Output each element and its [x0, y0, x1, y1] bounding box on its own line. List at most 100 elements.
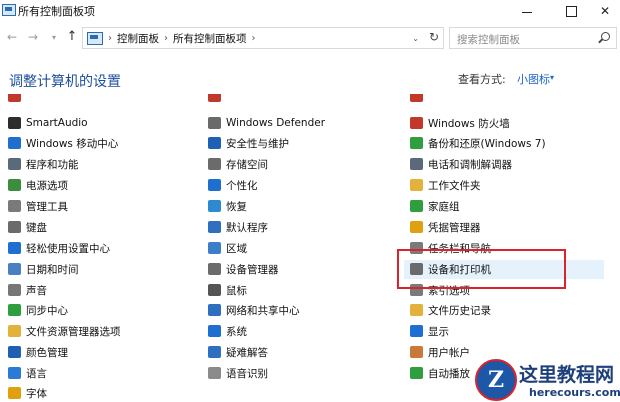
item-label: 用户帐户 [428, 346, 470, 359]
address-bar[interactable]: › 控制面板 › 所有控制面板项 › ⌄ ↻ [82, 27, 444, 49]
programs-features-icon [8, 158, 21, 170]
control-panel-item[interactable]: 文件历史记录 [410, 301, 605, 319]
security-maintenance-icon [208, 137, 221, 149]
address-dropdown-icon[interactable]: ⌄ [412, 34, 419, 43]
homegroup-icon [410, 200, 423, 212]
backup-restore-icon [410, 137, 423, 149]
control-panel-item[interactable]: 系统 [208, 322, 388, 340]
item-label: Windows 移动中心 [26, 137, 119, 150]
region-icon [208, 242, 221, 254]
item-label: Windows 防火墙 [428, 117, 510, 130]
windows-defender-icon [208, 117, 221, 129]
control-panel-item[interactable]: 个性化 [208, 176, 388, 194]
control-panel-item[interactable]: 声音 [8, 281, 188, 299]
control-panel-item[interactable]: 鼠标 [208, 281, 388, 299]
up-button[interactable]: ↑ [65, 29, 79, 44]
back-arrow-icon: ← [6, 30, 18, 44]
breadcrumb-separator-icon[interactable]: › [108, 33, 112, 44]
control-panel-item[interactable]: 显示 [410, 322, 605, 340]
minimize-icon [522, 11, 532, 13]
control-panel-item[interactable]: 凭据管理器 [410, 218, 605, 236]
watermark-title: 这里教程网 [519, 364, 615, 386]
item-label: 恢复 [226, 200, 247, 213]
breadcrumb-all-items[interactable]: 所有控制面板项 [173, 31, 247, 46]
search-icon[interactable] [601, 32, 610, 41]
control-panel-item[interactable]: 同步中心 [8, 301, 188, 319]
item-label: 家庭组 [428, 200, 460, 213]
control-panel-item[interactable]: 语言 [8, 364, 188, 382]
minimize-button[interactable] [508, 0, 546, 22]
item-label: 网络和共享中心 [226, 304, 300, 317]
control-panel-item[interactable]: 恢复 [208, 197, 388, 215]
troubleshooting-icon [208, 346, 221, 358]
color-management-icon [8, 346, 21, 358]
control-panel-item[interactable]: 区域 [208, 239, 388, 257]
control-panel-item[interactable]: Windows 防火墙 [410, 114, 605, 132]
item-label: 疑难解答 [226, 346, 268, 359]
back-button[interactable]: ← [5, 30, 19, 44]
firewall-icon [410, 117, 423, 129]
control-panel-item-partial[interactable] [8, 94, 188, 102]
chevron-down-icon[interactable]: ▾ [550, 73, 554, 82]
control-panel-item[interactable]: 工作文件夹 [410, 176, 605, 194]
recovery-icon [208, 200, 221, 212]
breadcrumb-separator-icon[interactable]: › [252, 33, 256, 44]
item-label: 颜色管理 [26, 346, 68, 359]
control-panel-item-partial[interactable] [208, 94, 388, 102]
forward-button[interactable]: → [26, 30, 40, 44]
speech-recognition-icon [208, 367, 221, 379]
control-panel-item[interactable]: 字体 [8, 384, 188, 402]
search-box[interactable]: 搜索控制面板 [449, 27, 617, 49]
control-panel-item[interactable]: Windows 移动中心 [8, 134, 188, 152]
control-panel-item[interactable]: 电话和调制解调器 [410, 155, 605, 173]
control-panel-item[interactable]: 键盘 [8, 218, 188, 236]
view-by-label: 查看方式: [458, 73, 506, 86]
control-panel-item[interactable]: 家庭组 [410, 197, 605, 215]
control-panel-item[interactable]: 存储空间 [208, 155, 388, 173]
control-panel-item[interactable]: 安全性与维护 [208, 134, 388, 152]
view-by-dropdown[interactable]: 小图标 [517, 71, 550, 87]
item-label: 语音识别 [226, 367, 268, 380]
control-panel-item[interactable]: SmartAudio [8, 114, 188, 132]
search-input[interactable]: 搜索控制面板 [457, 32, 520, 47]
control-panel-item[interactable]: 设备管理器 [208, 260, 388, 278]
mobility-center-icon [8, 137, 21, 149]
item-label: 存储空间 [226, 158, 268, 171]
date-time-icon [8, 263, 21, 275]
breadcrumb-control-panel[interactable]: 控制面板 [117, 31, 159, 46]
control-panel-item[interactable]: 管理工具 [8, 197, 188, 215]
control-panel-item[interactable]: 程序和功能 [8, 155, 188, 173]
breadcrumb-separator-icon[interactable]: › [164, 33, 168, 44]
control-panel-window: 所有控制面板项 ✕ ← → ▾ ↑ › 控制面板 › 所有控制面板项 › ⌄ ↻… [0, 0, 620, 402]
control-panel-item[interactable]: 疑难解答 [208, 343, 388, 361]
chevron-down-icon: ▾ [51, 33, 56, 42]
control-panel-item[interactable]: 语音识别 [208, 364, 388, 382]
remote-app-icon [8, 94, 21, 102]
refresh-icon[interactable]: ↻ [429, 30, 439, 44]
item-label: 语言 [26, 367, 47, 380]
item-label: 凭据管理器 [428, 221, 481, 234]
control-panel-item[interactable]: 网络和共享中心 [208, 301, 388, 319]
control-panel-item[interactable]: 轻松使用设置中心 [8, 239, 188, 257]
control-panel-item[interactable]: Windows Defender [208, 114, 388, 132]
maximize-icon [565, 5, 577, 17]
recent-locations-button[interactable]: ▾ [47, 33, 61, 42]
control-panel-item[interactable]: 电源选项 [8, 176, 188, 194]
smartaudio-icon [8, 117, 21, 129]
item-label: 程序和功能 [26, 158, 79, 171]
control-panel-item[interactable]: 文件资源管理器选项 [8, 322, 188, 340]
maximize-button[interactable] [552, 0, 590, 22]
close-button[interactable]: ✕ [590, 0, 620, 22]
watermark-url: herecours.com [529, 386, 620, 399]
control-panel-item[interactable]: 颜色管理 [8, 343, 188, 361]
control-panel-item[interactable]: 日期和时间 [8, 260, 188, 278]
item-label: 电源选项 [26, 179, 68, 192]
control-panel-item-partial[interactable] [410, 94, 605, 102]
user-accounts-icon [410, 346, 423, 358]
control-panel-item[interactable]: 备份和还原(Windows 7) [410, 134, 605, 152]
item-label: 默认程序 [226, 221, 268, 234]
sound-icon [8, 284, 21, 296]
control-panel-item[interactable]: 默认程序 [208, 218, 388, 236]
close-icon: ✕ [599, 4, 611, 18]
file-explorer-options-icon [8, 325, 21, 337]
